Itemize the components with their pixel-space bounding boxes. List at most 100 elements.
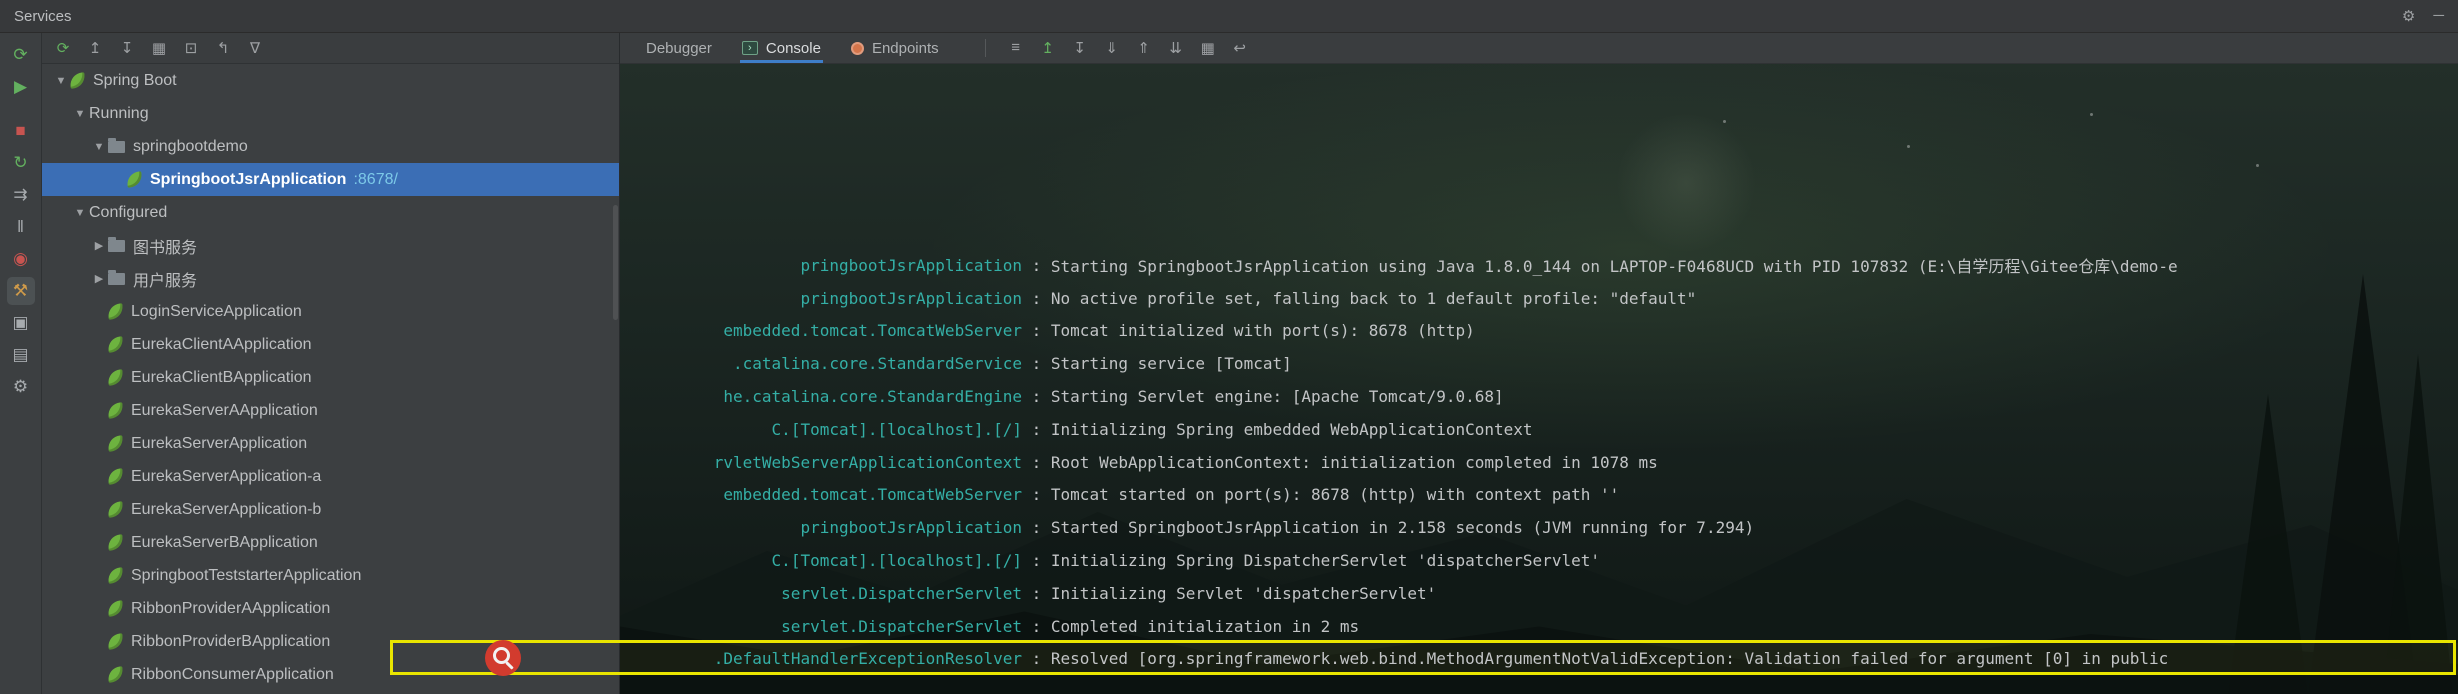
expand-all-icon[interactable]: ↥ bbox=[82, 39, 108, 57]
titlebar-icons: ⚙ ─ bbox=[2402, 7, 2444, 25]
service-port-link[interactable]: :8678/ bbox=[353, 171, 397, 189]
log-logger-name: .DefaultHandlerExceptionResolver bbox=[713, 649, 1022, 669]
pause-icon[interactable]: ‖ bbox=[7, 213, 35, 241]
spring-boot-icon bbox=[107, 468, 124, 485]
tree-item-label: 图书服务 bbox=[133, 239, 198, 257]
tree-item-eurekaserverapplication-b[interactable]: EurekaServerApplication-b bbox=[42, 493, 619, 526]
log-separator: : bbox=[1022, 419, 1051, 439]
rerun-icon[interactable]: ⟳ bbox=[7, 41, 35, 69]
layout-icon[interactable]: ▤ bbox=[7, 341, 35, 369]
services-tree: ▼ Spring Boot ▼ Running ▼ springbootdemo Sprin… bbox=[42, 64, 619, 694]
folder-icon bbox=[108, 269, 125, 285]
log-separator: : bbox=[1022, 583, 1051, 603]
tree-item-springbootteststarterapplication[interactable]: SpringbootTeststarterApplication bbox=[42, 559, 619, 592]
tree-item-springbootdemo[interactable]: ▼ springbootdemo bbox=[42, 130, 619, 163]
log-line: servlet.DispatcherServlet : Initializing… bbox=[620, 577, 2458, 610]
folder-icon bbox=[108, 137, 125, 153]
services-tree-panel: ⟳ ↥ ↧ ▦ ⊡ ↰ ∇ ▼ Spring Boot ▼ Running ▼ springbootd… bbox=[42, 33, 620, 694]
log-message: Initializing Servlet 'dispatcherServlet' bbox=[1050, 583, 1437, 603]
breakpoints-icon[interactable]: ◉ bbox=[7, 245, 35, 273]
resume-icon[interactable]: ⇉ bbox=[7, 181, 35, 209]
collapse-all-icon[interactable]: ↧ bbox=[114, 39, 140, 57]
tree-item-row-5[interactable]: ▶ 图书服务 bbox=[42, 229, 619, 262]
tree-item-eurekaserverbapplication[interactable]: EurekaServerBApplication bbox=[42, 526, 619, 559]
stop-icon[interactable]: ■ bbox=[7, 117, 35, 145]
print-icon[interactable]: ▦ bbox=[1194, 39, 1222, 57]
tree-item-label: Spring Boot bbox=[93, 71, 177, 89]
tab-debugger[interactable]: Debugger bbox=[646, 33, 712, 63]
chevron-down-icon[interactable]: ▼ bbox=[71, 207, 89, 219]
log-separator: : bbox=[1022, 616, 1051, 636]
spring-boot-icon bbox=[69, 72, 86, 89]
tree-item-label: Running bbox=[89, 104, 149, 122]
tree-item-eurekaclientbapplication[interactable]: EurekaClientBApplication bbox=[42, 361, 619, 394]
restart-icon[interactable]: ↻ bbox=[7, 149, 35, 177]
log-logger-name: rvletWebServerApplicationContext bbox=[713, 452, 1022, 472]
spring-boot-icon bbox=[126, 171, 143, 188]
tab-endpoints[interactable]: Endpoints bbox=[850, 33, 939, 63]
hide-icon[interactable]: ─ bbox=[2433, 7, 2444, 25]
chevron-right-icon[interactable]: ▶ bbox=[90, 272, 108, 285]
chevron-down-icon[interactable]: ▼ bbox=[52, 75, 70, 87]
log-message: Initializing Spring embedded WebApplicat… bbox=[1050, 419, 1533, 439]
soft-wrap-icon[interactable]: ↩ bbox=[1226, 39, 1254, 57]
tree-item-configured[interactable]: ▼ Configured bbox=[42, 196, 619, 229]
debug-icon[interactable]: ▶ bbox=[7, 73, 35, 101]
tree-item-eurekaserverapplication-a[interactable]: EurekaServerApplication-a bbox=[42, 460, 619, 493]
spring-boot-icon bbox=[107, 336, 124, 353]
edit-configuration-icon[interactable]: ⚒ bbox=[6, 277, 35, 305]
log-logger-name: he.catalina.core.StandardEngine bbox=[723, 387, 1022, 407]
tree-item-eurekaserveraapplication[interactable]: EurekaServerAApplication bbox=[42, 394, 619, 427]
settings-menu-icon[interactable]: ≡ bbox=[1002, 39, 1030, 57]
tree-item-label: springbootdemo bbox=[133, 137, 248, 155]
tree-item-eurekaserverapplication[interactable]: EurekaServerApplication bbox=[42, 427, 619, 460]
log-separator: : bbox=[1022, 518, 1051, 538]
log-separator: : bbox=[1022, 485, 1051, 505]
tree-item-label: EurekaServerAApplication bbox=[131, 401, 318, 419]
tool-window-titlebar: Services ⚙ ─ bbox=[0, 0, 2458, 33]
chevron-down-icon[interactable]: ▼ bbox=[90, 141, 108, 153]
tree-item-ribbonprovideraapplication[interactable]: RibbonProviderAApplication bbox=[42, 592, 619, 625]
tree-item-eurekaclientaapplication[interactable]: EurekaClientAApplication bbox=[42, 328, 619, 361]
tool-window-options-icon[interactable]: ⚙ bbox=[2402, 7, 2415, 25]
tree-item-label: EurekaClientBApplication bbox=[131, 368, 312, 386]
log-line: pringbootJsrApplication : Starting Sprin… bbox=[620, 249, 2458, 282]
chevron-down-icon[interactable]: ▼ bbox=[71, 108, 89, 120]
settings-icon[interactable]: ⚙ bbox=[7, 373, 35, 401]
tab-console[interactable]: › Console bbox=[739, 33, 823, 63]
previous-icon[interactable]: ↰ bbox=[210, 39, 236, 57]
scroll-to-top-icon[interactable]: ⇑ bbox=[1130, 39, 1158, 57]
log-separator: : bbox=[1022, 387, 1051, 407]
group-icon[interactable]: ▦ bbox=[146, 39, 172, 57]
view-options-icon[interactable]: ⊡ bbox=[178, 39, 204, 57]
tree-scrollbar[interactable] bbox=[613, 205, 618, 320]
tree-toolbar: ⟳ ↥ ↧ ▦ ⊡ ↰ ∇ bbox=[42, 33, 619, 64]
filter-icon[interactable]: ∇ bbox=[242, 39, 268, 57]
tree-item-label: RibbonProviderBApplication bbox=[131, 632, 331, 650]
thread-dump-icon[interactable]: ▣ bbox=[7, 309, 35, 337]
clear-console-icon[interactable]: ⇊ bbox=[1162, 39, 1190, 57]
main-area: ⟳ ▶ ■ ↻ ⇉ ‖ ◉ ⚒ ▣ ▤ ⚙ ⟳ ↥ ↧ ▦ ⊡ ↰ ∇ ▼ Spring Boot ▼ Running… bbox=[0, 33, 2458, 694]
console-output[interactable]: pringbootJsrApplication : Starting Sprin… bbox=[620, 63, 2458, 694]
tree-item-row-6[interactable]: ▶ 用户服务 bbox=[42, 262, 619, 295]
console-log: pringbootJsrApplication : Starting Sprin… bbox=[620, 249, 2458, 676]
tree-item-ribbonproviderbapplication[interactable]: RibbonProviderBApplication bbox=[42, 625, 619, 658]
up-stack-trace-icon[interactable]: ↥ bbox=[1034, 39, 1062, 57]
log-logger-name: embedded.tomcat.TomcatWebServer bbox=[723, 485, 1022, 505]
tree-item-ribbonconsumerapplication[interactable]: RibbonConsumerApplication bbox=[42, 658, 619, 691]
tree-item-running[interactable]: ▼ Running bbox=[42, 97, 619, 130]
tree-item-springbootjsrapplication[interactable]: SpringbootJsrApplication:8678/ bbox=[42, 163, 619, 196]
log-line: embedded.tomcat.TomcatWebServer : Tomcat… bbox=[620, 479, 2458, 512]
log-line: C.[Tomcat].[localhost].[/] : Initializin… bbox=[620, 413, 2458, 446]
down-stack-trace-icon[interactable]: ↧ bbox=[1066, 39, 1094, 57]
tree-item-loginserviceapplication[interactable]: LoginServiceApplication bbox=[42, 295, 619, 328]
log-logger-name: .catalina.core.StandardService bbox=[733, 354, 1022, 374]
scroll-to-end-icon[interactable]: ⇓ bbox=[1098, 39, 1126, 57]
background-star bbox=[1722, 119, 1726, 123]
tree-item-spring-boot[interactable]: ▼ Spring Boot bbox=[42, 64, 619, 97]
chevron-right-icon[interactable]: ▶ bbox=[90, 239, 108, 252]
tab-label: Endpoints bbox=[871, 39, 939, 57]
tree-item-label: RibbonProviderAApplication bbox=[131, 599, 331, 617]
refresh-icon[interactable]: ⟳ bbox=[50, 39, 76, 57]
log-message: Initializing Spring DispatcherServlet 'd… bbox=[1050, 551, 1600, 571]
